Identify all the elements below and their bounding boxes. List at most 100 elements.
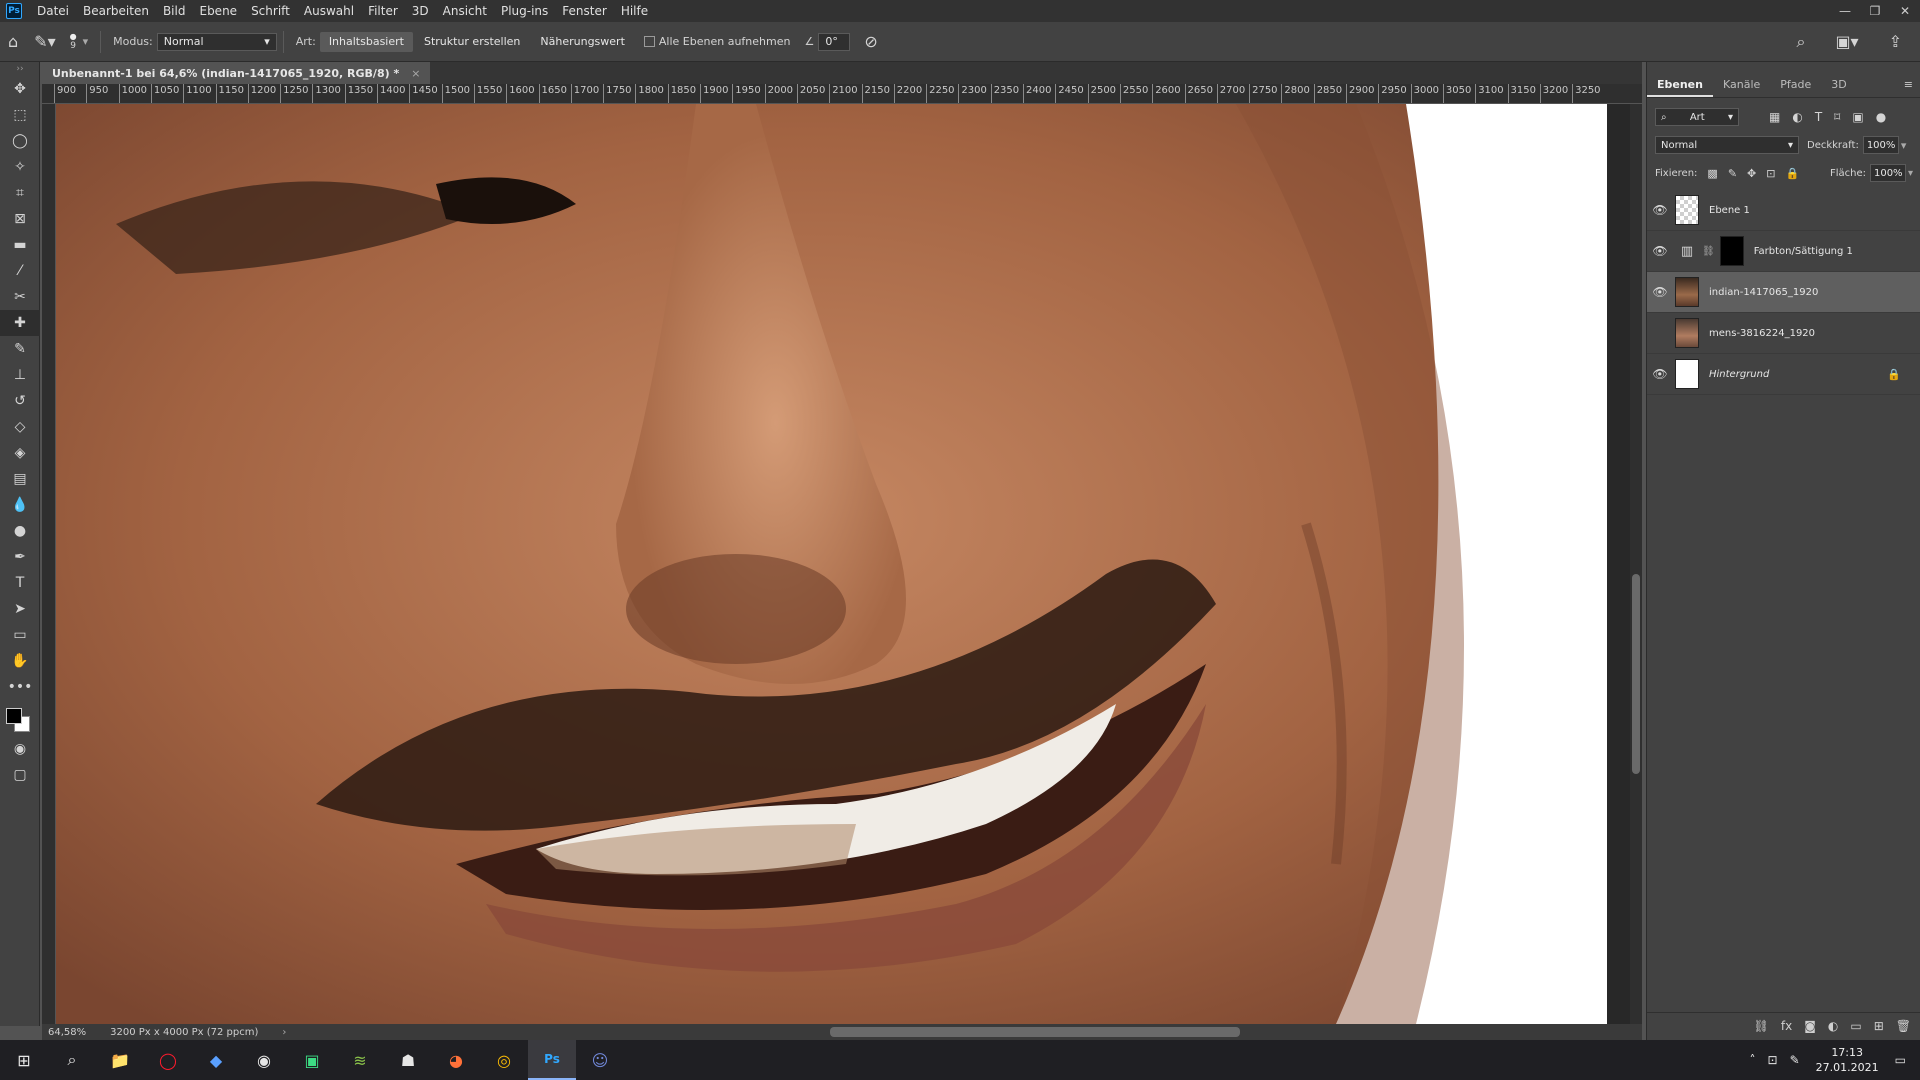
healing-brush-tool-icon[interactable]: ✚ (0, 310, 40, 336)
chevron-up-icon[interactable]: ˄ (1750, 1053, 1756, 1067)
layer-row[interactable]: 👁 indian-1417065_1920 (1647, 272, 1920, 313)
horizontal-scrollbar-thumb[interactable] (830, 1027, 1240, 1037)
search-icon[interactable]: ⌕ (1796, 32, 1805, 52)
canvas-area[interactable] (56, 104, 1642, 1024)
vertical-scrollbar-thumb[interactable] (1632, 574, 1640, 774)
layer-row[interactable]: 👁 ▥ ⛓ Farbton/Sättigung 1 (1647, 231, 1920, 272)
filter-type-icon[interactable]: T (1815, 110, 1822, 124)
tab-layers[interactable]: Ebenen (1647, 73, 1713, 97)
frame-tool-icon[interactable]: ⊠ (0, 206, 40, 232)
brush-tool-icon[interactable]: ✎ (0, 336, 40, 362)
link-icon[interactable]: ⛓ (1702, 246, 1715, 257)
home-icon[interactable]: ⌂ (8, 32, 18, 51)
chat-app-icon[interactable]: ▣ (288, 1040, 336, 1080)
gradient-tool-icon[interactable]: ▤ (0, 466, 40, 492)
lock-icon[interactable]: 🔒 (1887, 368, 1901, 381)
menu-schrift[interactable]: Schrift (244, 0, 297, 22)
tab-paths[interactable]: Pfade (1770, 73, 1821, 97)
history-brush-tool-icon[interactable]: ↺ (0, 388, 40, 414)
link-layers-icon[interactable]: ⛓ (1754, 1019, 1769, 1033)
patch-tool-icon[interactable]: ✂ (0, 284, 40, 310)
type-create-texture-button[interactable]: Struktur erstellen (415, 32, 529, 52)
opera-icon[interactable]: ◯ (144, 1040, 192, 1080)
screen-mode-icon[interactable]: ▢ (0, 762, 40, 788)
stamp-tool-icon[interactable]: ⊥ (0, 362, 40, 388)
layer-filter-select[interactable]: ⌕ Art ▾ (1655, 108, 1739, 126)
document-tab[interactable]: Unbenannt-1 bei 64,6% (indian-1417065_19… (42, 62, 431, 84)
brush-chevron-icon[interactable]: ▾ (83, 35, 89, 48)
menu-datei[interactable]: Datei (30, 0, 76, 22)
eye-icon[interactable]: 👁 (1647, 244, 1673, 258)
layer-row[interactable]: mens-3816224_1920 (1647, 313, 1920, 354)
opacity-input[interactable]: 100% (1862, 136, 1899, 154)
menu-3d[interactable]: 3D (405, 0, 436, 22)
close-icon[interactable]: ✕ (1890, 0, 1920, 22)
color-swatches[interactable] (0, 700, 40, 736)
filter-smart-object-icon[interactable]: ▣ (1852, 110, 1863, 124)
lock-artboard-icon[interactable]: ⊡ (1766, 167, 1775, 180)
chrome-icon[interactable]: ◎ (480, 1040, 528, 1080)
filter-shape-icon[interactable]: ⌑ (1834, 110, 1840, 124)
tab-3d[interactable]: 3D (1821, 73, 1856, 97)
quick-mask-icon[interactable]: ◉ (0, 736, 40, 762)
file-explorer-icon[interactable]: 📁 (96, 1040, 144, 1080)
firefox-icon[interactable]: ◕ (432, 1040, 480, 1080)
pen-tool-icon[interactable]: ✒ (0, 544, 40, 570)
eyedropper-tool-icon[interactable]: ⁄ (0, 258, 40, 284)
lock-all-icon[interactable]: 🔒 (1785, 167, 1799, 180)
marquee-tool-icon[interactable]: ⬚ (0, 102, 40, 128)
filter-adjustment-icon[interactable]: ◐ (1792, 110, 1802, 124)
eraser-tool-icon[interactable]: ◇ (0, 414, 40, 440)
search-icon[interactable]: ⌕ (48, 1040, 96, 1080)
menu-fenster[interactable]: Fenster (555, 0, 614, 22)
ruler-tool-icon[interactable]: ▬ (0, 232, 40, 258)
menu-auswahl[interactable]: Auswahl (297, 0, 361, 22)
mode-select[interactable]: Normal ▾ (156, 32, 277, 51)
delete-layer-icon[interactable]: 🗑 (1896, 1019, 1911, 1033)
new-layer-icon[interactable]: ⊞ (1874, 1019, 1884, 1033)
angle-input[interactable]: 0° (818, 32, 851, 51)
eye-icon[interactable]: 👁 (1647, 203, 1673, 217)
healing-brush-preset-icon[interactable]: ✎▾ (34, 32, 55, 51)
clock[interactable]: 17:13 27.01.2021 (1816, 1045, 1879, 1075)
move-tool-icon[interactable]: ✥ (0, 76, 40, 102)
sample-all-layers-checkbox[interactable] (643, 36, 655, 47)
filter-toggle-icon[interactable]: ● (1876, 110, 1886, 124)
fill-chevron-icon[interactable]: ▾ (1908, 168, 1913, 179)
opacity-chevron-icon[interactable]: ▾ (1901, 139, 1907, 152)
status-menu-icon[interactable]: › (282, 1027, 286, 1038)
menu-bearbeiten[interactable]: Bearbeiten (76, 0, 156, 22)
books-icon[interactable]: ≋ (336, 1040, 384, 1080)
game-icon[interactable]: ☗ (384, 1040, 432, 1080)
fill-input[interactable]: 100% (1869, 164, 1906, 182)
brush-size-picker[interactable]: ● 9 (70, 32, 77, 51)
photo-closeup-smile[interactable] (56, 104, 1552, 1024)
zoom-level[interactable]: 64,58% (48, 1027, 86, 1038)
path-select-tool-icon[interactable]: ➤ (0, 596, 40, 622)
discord-icon[interactable]: ☺ (576, 1040, 624, 1080)
dodge-tool-icon[interactable]: ● (0, 518, 40, 544)
type-proximity-match-button[interactable]: Näherungswert (531, 32, 634, 52)
type-tool-icon[interactable]: T (0, 570, 40, 596)
menu-ebene[interactable]: Ebene (192, 0, 244, 22)
eye-icon[interactable]: 👁 (1647, 367, 1673, 381)
filter-pixel-icon[interactable]: ▦ (1769, 110, 1780, 124)
paint-bucket-tool-icon[interactable]: ◈ (0, 440, 40, 466)
network-icon[interactable]: ⊡ (1768, 1053, 1778, 1067)
vertical-scrollbar[interactable] (1630, 104, 1642, 1024)
windows-start-icon[interactable]: ⊞ (0, 1040, 48, 1080)
lasso-tool-icon[interactable]: ◯ (0, 128, 40, 154)
crop-tool-icon[interactable]: ⌗ (0, 180, 40, 206)
blur-tool-icon[interactable]: 💧 (0, 492, 40, 518)
menu-ansicht[interactable]: Ansicht (436, 0, 494, 22)
share-icon[interactable]: ⇪ (1889, 32, 1902, 51)
menu-bild[interactable]: Bild (156, 0, 193, 22)
new-adjustment-icon[interactable]: ◐ (1828, 1019, 1838, 1033)
magic-wand-tool-icon[interactable]: ✧ (0, 154, 40, 180)
workspace-icon[interactable]: ▣▾ (1835, 32, 1858, 51)
pressure-size-icon[interactable]: ⊘ (864, 32, 877, 51)
restore-icon[interactable]: ❐ (1860, 0, 1890, 22)
minimize-icon[interactable]: — (1830, 0, 1860, 22)
menu-hilfe[interactable]: Hilfe (614, 0, 655, 22)
app-blue-icon[interactable]: ◆ (192, 1040, 240, 1080)
